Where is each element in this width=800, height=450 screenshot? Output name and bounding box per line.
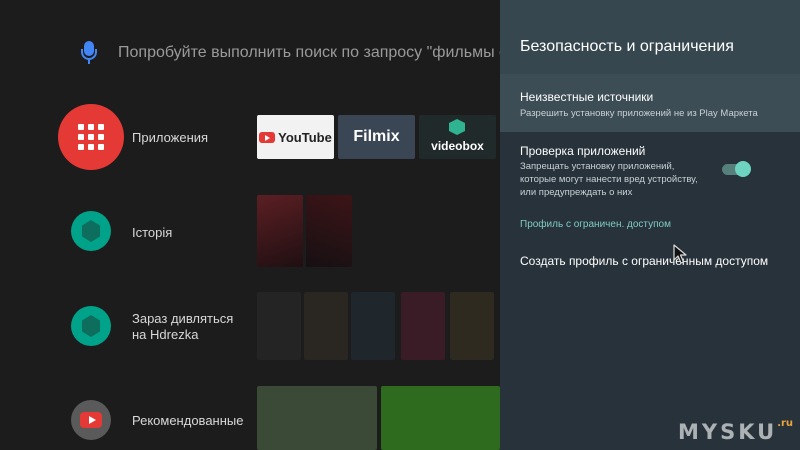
app-name: YouTube [278, 129, 332, 145]
row-label-history: Історія [132, 225, 173, 240]
app-tile-youtube[interactable]: YouTube [257, 115, 334, 159]
history-row-icon[interactable] [71, 211, 111, 251]
recommended-video-1[interactable] [257, 386, 377, 450]
history-poster-1[interactable] [257, 195, 303, 267]
recommended-video-2[interactable] [381, 386, 500, 450]
create-restricted-profile-item[interactable]: Создать профиль с ограниченным доступом [520, 254, 768, 268]
hdrezka-row-icon[interactable] [71, 306, 111, 346]
hdrezka-poster-3[interactable] [351, 292, 395, 360]
toggle-knob [735, 161, 751, 177]
panel-header: Безопасность и ограничения [500, 0, 800, 74]
settings-panel: Безопасность и ограничения Неизвестные и… [500, 0, 800, 450]
apps-grid-icon [78, 124, 104, 150]
app-name: Filmix [353, 128, 400, 145]
row-label-hdrezka: Зараз дивляться на Hdrezka [132, 311, 234, 342]
restricted-profile-section-label: Профиль с ограничен. доступом [520, 219, 671, 230]
search-bar[interactable]: Попробуйте выполнить поиск по запросу "ф… [78, 38, 568, 68]
watermark-logo: MYSKU.ru [678, 418, 794, 444]
hdrezka-poster-4[interactable] [401, 292, 445, 360]
app-name: videobox [431, 139, 484, 153]
app-tile-filmix[interactable]: Filmix [338, 115, 415, 159]
verify-apps-title: Проверка приложений [520, 144, 646, 158]
unknown-sources-title: Неизвестные источники [520, 90, 654, 104]
row-label-recommended: Рекомендованные [132, 413, 244, 428]
panel-title: Безопасность и ограничения [520, 38, 734, 55]
hdrezka-poster-2[interactable] [304, 292, 348, 360]
youtube-round-icon[interactable] [71, 400, 111, 440]
history-poster-2[interactable] [306, 195, 352, 267]
hdrezka-poster-1[interactable] [257, 292, 301, 360]
unknown-sources-subtitle: Разрешить установку приложений не из Pla… [520, 108, 758, 119]
verify-apps-toggle[interactable] [722, 161, 752, 177]
hdrezka-poster-5[interactable] [450, 292, 494, 360]
videobox-cube-icon [449, 119, 465, 135]
apps-row-icon[interactable] [58, 104, 124, 170]
app-tile-videobox[interactable]: videobox [419, 115, 496, 159]
microphone-icon[interactable] [78, 41, 100, 65]
row-label-apps: Приложения [132, 130, 209, 145]
verify-apps-subtitle: Запрещать установку приложений, которые … [520, 161, 698, 198]
mouse-cursor-icon [673, 244, 687, 264]
youtube-logo-icon [259, 131, 276, 143]
